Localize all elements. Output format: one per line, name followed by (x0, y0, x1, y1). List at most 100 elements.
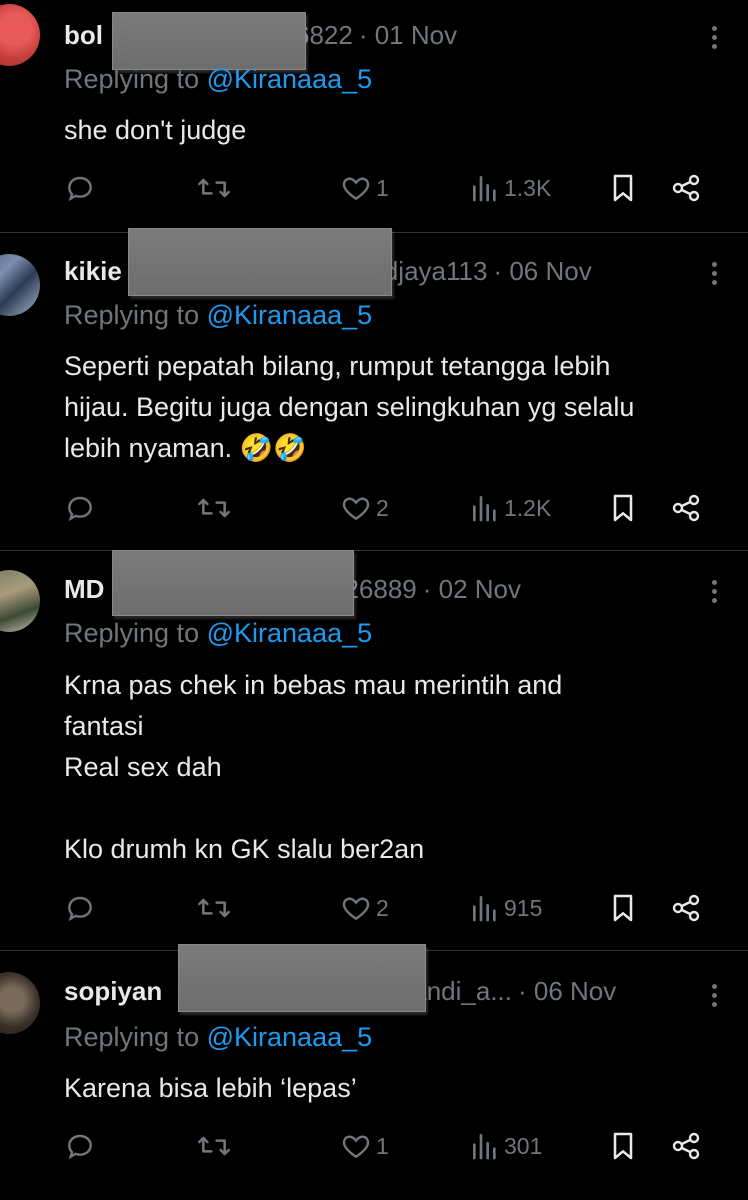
bookmark-icon (613, 894, 633, 922)
tweet[interactable]: kikie djaya113 · 06 Nov Replying to @Kir… (0, 228, 748, 551)
tweet-text: Karena bisa lebih ‘lepas’ (64, 1073, 357, 1103)
replying-to: Replying to @Kiranaaa_5 (64, 1022, 372, 1053)
author-name[interactable]: kikie (64, 256, 122, 287)
like-count: 2 (376, 494, 389, 521)
more-icon[interactable] (710, 22, 718, 53)
tweet-actions: 2 1.2K (0, 492, 748, 532)
view-count: 301 (504, 1132, 543, 1159)
share-icon (672, 174, 700, 202)
views-icon (473, 496, 496, 522)
views-icon (473, 896, 496, 922)
avatar[interactable] (0, 570, 40, 632)
share-button[interactable] (670, 1130, 702, 1162)
replying-to: Replying to @Kiranaaa_5 (64, 618, 372, 649)
retweet-button[interactable] (196, 172, 232, 204)
share-icon (672, 494, 700, 522)
replying-to-label: Replying to (64, 300, 200, 330)
reply-button[interactable] (64, 892, 96, 924)
author-name[interactable]: sopiyan (64, 976, 162, 1007)
reply-icon (68, 1134, 92, 1160)
bookmark-icon (613, 494, 633, 522)
tweet[interactable]: bol 6822 · 01 Nov Replying to @Kiranaaa_… (0, 0, 748, 233)
replying-to: Replying to @Kiranaaa_5 (64, 300, 372, 331)
replying-to-mention[interactable]: @Kiranaaa_5 (207, 618, 373, 648)
retweet-icon (198, 498, 230, 518)
like-button[interactable]: 2 (340, 892, 389, 924)
redaction-box (112, 12, 306, 70)
like-icon (342, 1135, 370, 1159)
retweet-button[interactable] (196, 1130, 232, 1162)
share-icon (672, 1132, 700, 1160)
like-button[interactable]: 1 (340, 172, 389, 204)
more-icon[interactable] (710, 980, 718, 1011)
views-button[interactable]: 1.2K (470, 492, 551, 524)
retweet-icon (198, 1136, 230, 1156)
avatar[interactable] (0, 972, 40, 1034)
replying-to-mention[interactable]: @Kiranaaa_5 (207, 300, 373, 330)
retweet-icon (198, 898, 230, 918)
tweet[interactable]: MD 26889 · 02 Nov Replying to @Kiranaaa_… (0, 550, 748, 951)
bookmark-button[interactable] (608, 892, 638, 924)
reply-icon (68, 896, 92, 922)
more-icon[interactable] (710, 576, 718, 607)
author-name[interactable]: MD (64, 574, 104, 605)
redaction-box (178, 944, 426, 1012)
replying-to-label: Replying to (64, 1022, 200, 1052)
views-button[interactable]: 301 (470, 1130, 542, 1162)
replying-to-mention[interactable]: @Kiranaaa_5 (207, 64, 373, 94)
share-button[interactable] (670, 492, 702, 524)
like-button[interactable]: 2 (340, 492, 389, 524)
replying-to-mention[interactable]: @Kiranaaa_5 (207, 1022, 373, 1052)
author-handle[interactable]: andi_a... (412, 976, 512, 1007)
tweet-actions: 1 301 (0, 1130, 748, 1170)
avatar[interactable] (0, 4, 40, 66)
tweet-actions: 2 915 (0, 892, 748, 932)
bookmark-button[interactable] (608, 1130, 638, 1162)
bookmark-button[interactable] (608, 492, 638, 524)
bookmark-button[interactable] (608, 172, 638, 204)
reply-button[interactable] (64, 172, 96, 204)
tweet-actions: 1 1.3K (0, 172, 748, 212)
views-button[interactable]: 1.3K (470, 172, 551, 204)
tweet-text: she don't judge (64, 115, 247, 145)
tweet-date[interactable]: · 01 Nov (359, 20, 457, 51)
view-count: 1.2K (504, 494, 552, 521)
like-count: 2 (376, 894, 389, 921)
like-count: 1 (376, 1132, 389, 1159)
tweet-date[interactable]: · 06 Nov (518, 976, 616, 1007)
tweet-date[interactable]: · 02 Nov (423, 574, 521, 605)
share-button[interactable] (670, 892, 702, 924)
replying-to: Replying to @Kiranaaa_5 (64, 64, 372, 95)
like-count: 1 (376, 174, 389, 201)
tweet-date[interactable]: · 06 Nov (493, 256, 591, 287)
bookmark-icon (613, 174, 633, 202)
author-name[interactable]: bol (64, 20, 103, 51)
views-icon (473, 176, 496, 202)
replying-to-label: Replying to (64, 618, 200, 648)
reply-icon (68, 496, 92, 522)
views-icon (473, 1134, 496, 1160)
like-icon (342, 897, 370, 921)
bookmark-icon (613, 1132, 633, 1160)
redaction-box (128, 228, 392, 296)
tweet[interactable]: sopiyan andi_a... · 06 Nov Replying to @… (0, 944, 748, 1200)
avatar[interactable] (0, 254, 40, 316)
like-icon (342, 497, 370, 521)
view-count: 915 (504, 894, 543, 921)
view-count: 1.3K (504, 174, 552, 201)
like-button[interactable]: 1 (340, 1130, 389, 1162)
retweet-icon (198, 178, 230, 198)
author-handle[interactable]: 26889 (344, 574, 416, 605)
share-button[interactable] (670, 172, 702, 204)
tweet-text: Seperti pepatah bilang, rumput tetangga … (64, 351, 635, 463)
more-icon[interactable] (710, 258, 718, 289)
reply-icon (68, 176, 92, 202)
views-button[interactable]: 915 (470, 892, 542, 924)
retweet-button[interactable] (196, 892, 232, 924)
share-icon (672, 894, 700, 922)
author-handle[interactable]: djaya113 (384, 256, 488, 287)
retweet-button[interactable] (196, 492, 232, 524)
reply-button[interactable] (64, 1130, 96, 1162)
reply-button[interactable] (64, 492, 96, 524)
redaction-box (112, 550, 354, 616)
